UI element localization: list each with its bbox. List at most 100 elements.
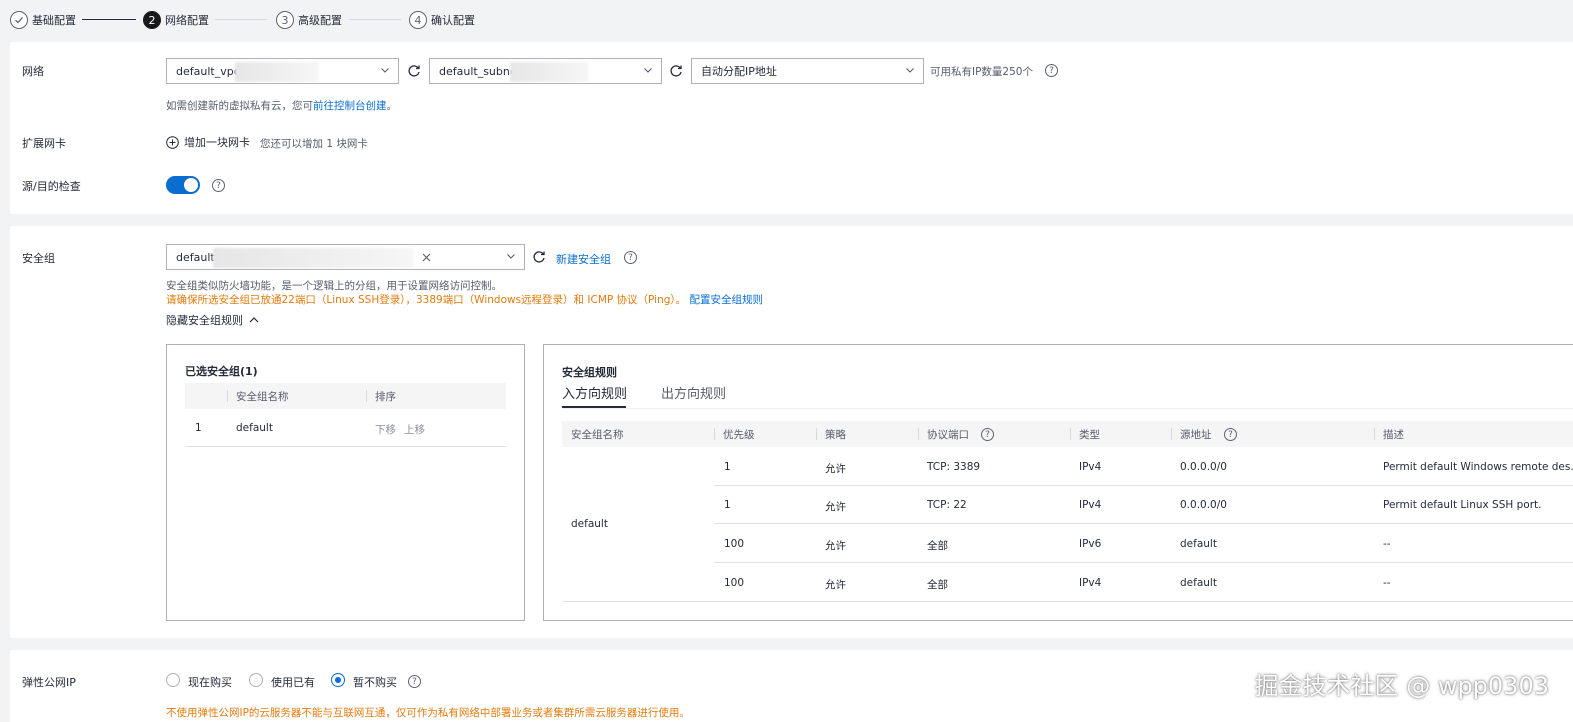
rule-type: IPv6 <box>1079 538 1102 550</box>
rule-action: 允许 <box>825 579 846 591</box>
rule-group-name: default <box>571 518 608 530</box>
step-label: 基础配置 <box>32 14 76 27</box>
eip-warning: 不使用弹性公网IP的云服务器不能与互联网互通，仅可作为私有网络中部署业务或者集群… <box>166 707 690 719</box>
column-header: 安全组名称 <box>571 429 624 441</box>
step-number: 4 <box>409 11 427 29</box>
rule-action: 允许 <box>825 463 846 475</box>
rule-source-link[interactable]: default <box>1180 577 1217 589</box>
help-icon[interactable]: ? <box>408 675 421 688</box>
move-up-button[interactable]: 上移 <box>404 422 425 437</box>
help-icon[interactable]: ? <box>981 428 994 441</box>
help-icon[interactable]: ? <box>1045 64 1058 77</box>
network-label: 网络 <box>22 65 44 78</box>
tab-outbound[interactable]: 出方向规则 <box>661 383 726 402</box>
chevron-down-icon <box>507 254 515 259</box>
row-index: 1 <box>195 422 202 434</box>
chevron-down-icon <box>906 68 914 73</box>
row-divider <box>562 601 714 602</box>
refresh-icon[interactable] <box>669 64 683 78</box>
eip-option-buy-now-radio[interactable] <box>166 673 180 687</box>
help-icon[interactable]: ? <box>1224 428 1237 441</box>
column-header: 源地址 <box>1180 429 1212 441</box>
rule-source: 0.0.0.0/0 <box>1180 461 1227 473</box>
eip-option-label: 使用已有 <box>271 676 315 689</box>
rule-description: Permit default Windows remote des… <box>1383 461 1573 473</box>
table-row: 1 允许 TCP: 3389 IPv4 0.0.0.0/0 Permit def… <box>714 447 1573 486</box>
rule-action: 允许 <box>825 501 846 513</box>
move-down-button[interactable]: 下移 <box>375 422 396 437</box>
eip-option-not-buy-radio[interactable] <box>331 673 345 687</box>
step-connector <box>349 19 401 20</box>
vpc-select[interactable]: default_vpc <box>166 58 399 84</box>
ext-nic-label: 扩展网卡 <box>22 137 66 150</box>
rule-port: TCP: 22 <box>927 499 967 511</box>
redacted-area <box>235 62 319 82</box>
subnet-select[interactable]: default_subne <box>429 58 662 84</box>
src-dst-check-toggle[interactable] <box>166 176 200 194</box>
column-divider <box>918 428 919 440</box>
check-icon <box>10 11 28 29</box>
watermark: 掘金技术社区 @ wpp0303 <box>1254 672 1549 700</box>
create-vpc-link[interactable]: 前往控制台创建 <box>313 100 387 112</box>
rule-priority: 1 <box>724 499 731 511</box>
column-divider <box>1171 428 1172 440</box>
column-divider <box>227 390 228 402</box>
rule-action: 允许 <box>825 540 846 552</box>
column-header: 优先级 <box>723 429 755 441</box>
column-divider <box>1374 428 1375 440</box>
src-dst-check-label: 源/目的检查 <box>22 180 81 193</box>
table-row: 100 允许 全部 IPv6 default -- <box>714 524 1573 563</box>
refresh-icon[interactable] <box>532 250 546 264</box>
selected-groups-header <box>185 383 506 409</box>
security-group-label: 安全组 <box>22 252 55 265</box>
security-group-select[interactable]: default( <box>166 244 525 270</box>
toggle-rules-button[interactable]: 隐藏安全组规则 <box>166 312 259 328</box>
ip-assign-select[interactable]: 自动分配IP地址 <box>691 58 924 84</box>
eip-option-label: 暂不购买 <box>353 676 397 689</box>
eip-option-use-existing-radio[interactable] <box>249 673 263 687</box>
column-header: 描述 <box>1383 429 1404 441</box>
refresh-icon[interactable] <box>407 64 421 78</box>
step-advanced-config[interactable]: 3 高级配置 <box>276 10 342 30</box>
config-rules-link[interactable]: 配置安全组规则 <box>689 294 763 306</box>
add-nic-button[interactable]: 增加一块网卡 <box>166 134 250 150</box>
rule-port: TCP: 3389 <box>927 461 981 473</box>
rule-type: IPv4 <box>1079 577 1102 589</box>
column-header: 策略 <box>825 429 846 441</box>
help-icon[interactable]: ? <box>624 251 637 264</box>
chevron-down-icon <box>644 68 652 73</box>
step-basic-config[interactable]: 基础配置 <box>10 10 76 30</box>
column-header: 安全组名称 <box>236 391 289 403</box>
step-connector <box>215 19 267 20</box>
rule-priority: 100 <box>724 538 745 550</box>
tab-divider <box>562 408 1573 409</box>
rule-port: 全部 <box>927 579 948 591</box>
security-group-hint: 安全组类似防火墙功能，是一个逻辑上的分组，用于设置网络访问控制。 <box>166 280 502 292</box>
step-label: 网络配置 <box>165 14 209 27</box>
column-divider <box>816 428 817 440</box>
step-network-config[interactable]: 2 网络配置 <box>143 10 209 30</box>
eip-label: 弹性公网IP <box>22 676 76 689</box>
column-header: 类型 <box>1079 429 1100 441</box>
step-connector <box>82 19 136 20</box>
eip-option-label: 现在购买 <box>188 676 232 689</box>
rule-source: 0.0.0.0/0 <box>1180 499 1227 511</box>
step-number: 3 <box>276 11 294 29</box>
ip-assign-value: 自动分配IP地址 <box>701 65 777 78</box>
chevron-down-icon <box>381 68 389 73</box>
redacted-area <box>213 248 413 268</box>
toggle-rules-label: 隐藏安全组规则 <box>166 314 243 327</box>
column-divider <box>366 390 367 402</box>
new-security-group-link[interactable]: 新建安全组 <box>556 251 611 267</box>
clear-icon[interactable] <box>422 253 431 262</box>
step-confirm-config[interactable]: 4 确认配置 <box>409 10 475 30</box>
column-divider <box>1070 428 1071 440</box>
rule-source-link[interactable]: default <box>1180 538 1217 550</box>
rule-description: Permit default Linux SSH port. <box>1383 499 1542 511</box>
wizard-steps: 基础配置 2 网络配置 3 高级配置 4 确认配置 <box>0 0 1573 40</box>
tab-inbound[interactable]: 入方向规则 <box>562 383 627 402</box>
help-icon[interactable]: ? <box>212 179 225 192</box>
rules-title: 安全组规则 <box>562 366 617 379</box>
security-group-warning: 请确保所选安全组已放通22端口（Linux SSH登录），3389端口（Wind… <box>166 292 763 307</box>
step-label: 高级配置 <box>298 14 342 27</box>
